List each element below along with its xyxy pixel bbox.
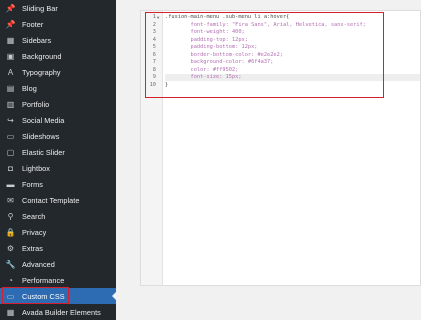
gear-icon: ⚙ — [6, 243, 15, 253]
sidebar-item-background[interactable]: ▣ Background — [0, 48, 116, 64]
slider-icon: ▢ — [6, 147, 15, 157]
pin-icon: 📌 — [5, 3, 16, 13]
sidebar-item-typography[interactable]: A Typography — [0, 64, 116, 80]
sidebar-item-label: Elastic Slider — [22, 147, 65, 157]
sidebar-item-forms[interactable]: ▬ Forms — [0, 176, 116, 192]
sidebar-item-label: Lightbox — [22, 163, 50, 173]
code-highlight-box — [145, 12, 384, 98]
lightbox-icon: ◘ — [8, 163, 13, 173]
typography-icon: A — [7, 67, 14, 77]
admin-sidebar: 📌 Sliding Bar 📌 Footer ▦ Sidebars ▣ Background A… — [0, 0, 117, 320]
builder-icon: ▦ — [6, 307, 15, 317]
sidebar-item-search[interactable]: ⚲ Search — [0, 208, 116, 224]
sidebar-item-performance[interactable]: ◔ Performance — [0, 272, 116, 288]
pin-icon: 📌 — [5, 19, 16, 29]
sidebar-item-portfolio[interactable]: ▥ Portfolio — [0, 96, 116, 112]
sidebar-layout-icon: ▦ — [6, 35, 15, 45]
search-icon: ⚲ — [7, 211, 14, 221]
blog-icon: ▤ — [6, 83, 15, 93]
sidebar-item-lightbox[interactable]: ◘ Lightbox — [0, 160, 116, 176]
sidebar-item-label: Sliding Bar — [22, 3, 58, 13]
sidebar-item-blog[interactable]: ▤ Blog — [0, 80, 116, 96]
sidebar-item-label: Advanced — [22, 259, 55, 269]
sidebar-item-footer[interactable]: 📌 Footer — [0, 16, 116, 32]
sidebar-item-label: Privacy — [22, 227, 47, 237]
sidebar-item-label: Search — [22, 211, 46, 221]
sidebar-item-label: Forms — [22, 179, 43, 189]
forms-icon: ▬ — [6, 179, 15, 189]
sidebar-item-label: Slideshows — [22, 131, 60, 141]
active-item-arrow — [112, 291, 117, 301]
sidebar-item-slideshows[interactable]: ▭ Slideshows — [0, 128, 116, 144]
sidebar-item-advanced[interactable]: 🔧 Advanced — [0, 256, 116, 272]
sidebar-item-label: Social Media — [22, 115, 65, 125]
sidebar-item-label: Footer — [22, 19, 44, 29]
sidebar-item-label: Contact Template — [22, 195, 80, 205]
sidebar-item-label: Extras — [22, 243, 43, 253]
sidebar-item-contact-template[interactable]: ✉ Contact Template — [0, 192, 116, 208]
sidebar-item-label: Portfolio — [22, 99, 50, 109]
sidebar-item-social-media[interactable]: ↪ Social Media — [0, 112, 116, 128]
sidebar-item-avada-builder-elements[interactable]: ▦ Avada Builder Elements — [0, 304, 116, 320]
slideshow-icon: ▭ — [6, 131, 15, 141]
lock-icon: 🔒 — [5, 227, 16, 237]
sidebar-item-label: Typography — [22, 67, 61, 77]
wrench-icon: 🔧 — [5, 259, 16, 269]
sidebar-item-extras[interactable]: ⚙ Extras — [0, 240, 116, 256]
speedometer-icon: ◔ — [8, 275, 13, 285]
sidebar-item-label: Sidebars — [22, 35, 52, 45]
sidebar-item-privacy[interactable]: 🔒 Privacy — [0, 224, 116, 240]
custom-css-highlight-box — [2, 287, 69, 304]
share-icon: ↪ — [7, 115, 14, 125]
sidebar-item-sliding-bar[interactable]: 📌 Sliding Bar — [0, 0, 116, 16]
sidebar-item-label: Background — [22, 51, 62, 61]
sidebar-item-label: Blog — [22, 83, 37, 93]
sidebar-item-label: Performance — [22, 275, 65, 285]
sidebar-item-sidebars[interactable]: ▦ Sidebars — [0, 32, 116, 48]
sidebar-item-label: Avada Builder Elements — [22, 307, 101, 317]
image-icon: ▣ — [6, 51, 15, 61]
contact-icon: ✉ — [7, 195, 14, 205]
portfolio-icon: ▥ — [6, 99, 15, 109]
sidebar-item-elastic-slider[interactable]: ▢ Elastic Slider — [0, 144, 116, 160]
